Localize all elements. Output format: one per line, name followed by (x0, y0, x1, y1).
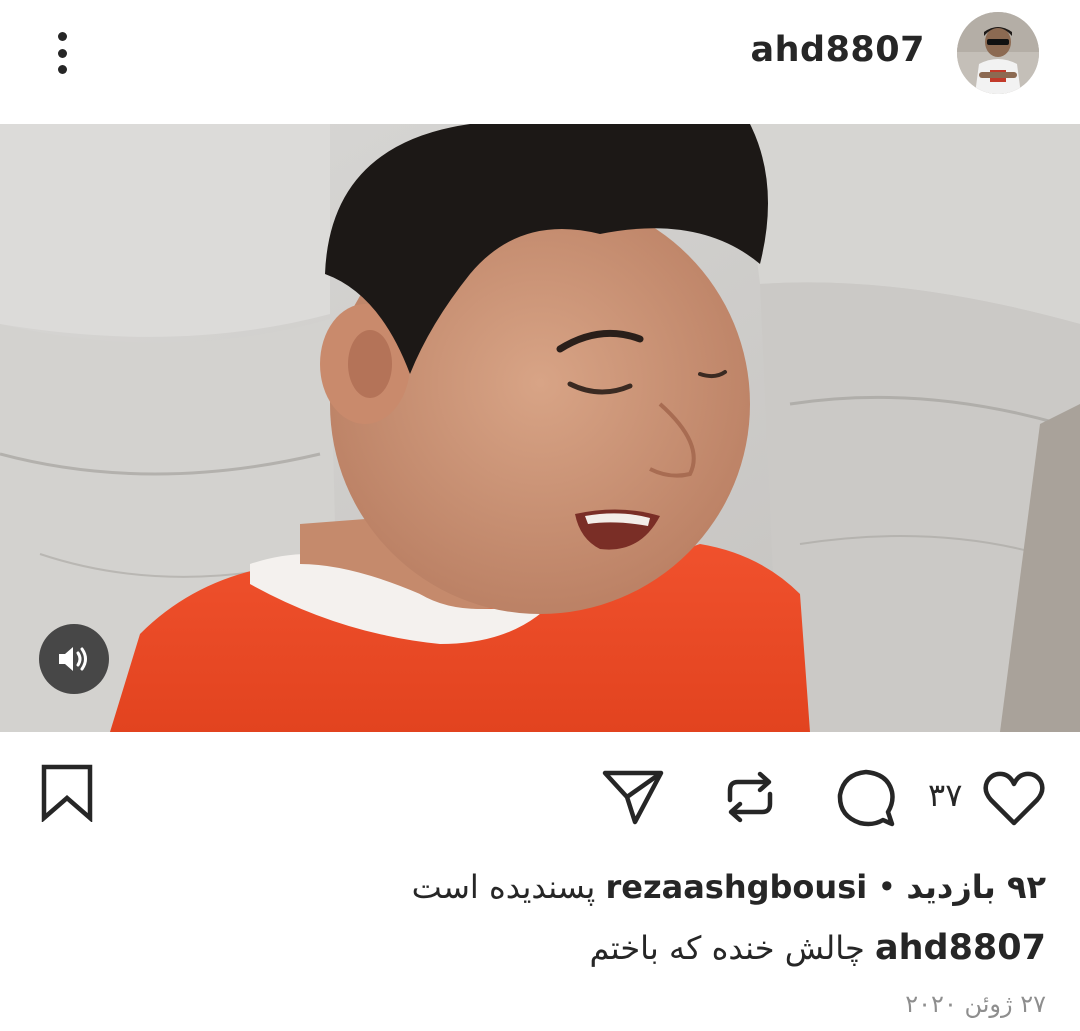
post-video[interactable] (0, 124, 1080, 732)
caption-text: چالش خنده که باختم (589, 929, 865, 967)
post-header: ahd8807 (0, 0, 1080, 112)
liked-by-suffix: پسندیده است (411, 868, 596, 906)
views-count[interactable]: ۹۲ بازدید (906, 868, 1046, 906)
share-button[interactable] (602, 768, 664, 826)
mute-toggle-button[interactable] (39, 624, 109, 694)
comment-icon (837, 769, 895, 827)
more-options-button[interactable] (40, 28, 84, 78)
caption-username[interactable]: ahd8807 (875, 928, 1046, 968)
repost-icon (727, 771, 773, 823)
views-and-likes-line: ۹۲ بازدید • rezaashgbousi پسندیده است (306, 868, 1046, 906)
post-author-username[interactable]: ahd8807 (750, 30, 925, 70)
heart-icon (983, 771, 1045, 826)
liked-by-username[interactable]: rezaashgbousi (605, 868, 867, 906)
caption: ahd8807 چالش خنده که باختم (306, 928, 1046, 968)
more-vertical-icon (57, 32, 67, 41)
post-date: ۲۷ ژوئن ۲۰۲۰ (905, 990, 1046, 1018)
send-icon (602, 770, 664, 825)
repost-button[interactable] (722, 766, 778, 828)
like-button[interactable] (982, 770, 1046, 828)
avatar[interactable] (957, 12, 1039, 94)
separator-dot: • (877, 868, 897, 906)
like-count[interactable]: ۳۷ (928, 776, 962, 814)
bookmark-icon (41, 764, 93, 823)
speaker-icon (59, 647, 87, 671)
save-button[interactable] (40, 764, 96, 823)
comment-button[interactable] (835, 768, 897, 830)
